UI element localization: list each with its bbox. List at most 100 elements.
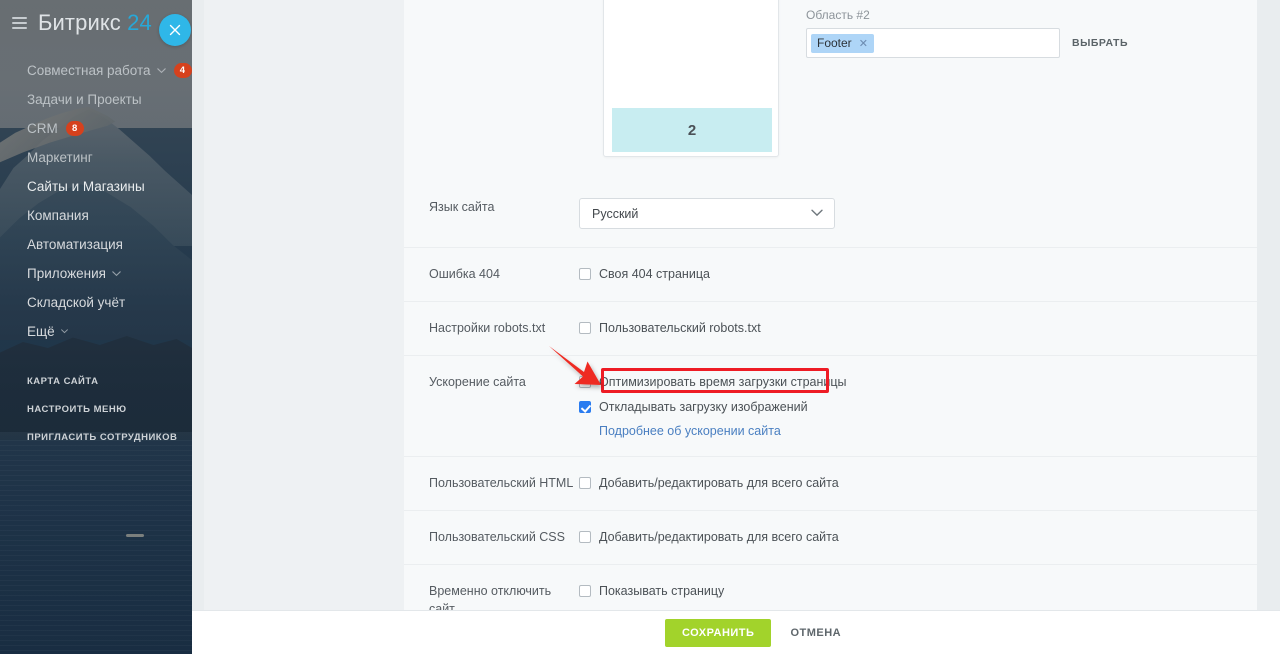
sidebar-item-warehouse[interactable]: Складской учёт	[0, 288, 192, 317]
row-control: Оптимизировать время загрузки страницы О…	[579, 373, 1257, 438]
sidebar-item-label: Маркетинг	[27, 150, 93, 165]
row-control: Пользовательский robots.txt	[579, 319, 1257, 337]
sidebar-link-label: ПРИГЛАСИТЬ СОТРУДНИКОВ	[27, 431, 178, 443]
brand-logo-number: 24	[127, 10, 152, 35]
sidebar-menu: Совместная работа 4 Задачи и Проекты CRM…	[0, 56, 192, 346]
checkbox-label: Оптимизировать время загрузки страницы	[599, 375, 847, 389]
sidebar-item-sites-shops[interactable]: Сайты и Магазины	[0, 172, 192, 201]
checkbox-box[interactable]	[579, 322, 591, 334]
site-language-value: Русский	[592, 206, 639, 221]
row-control: Своя 404 страница	[579, 265, 1257, 283]
save-button[interactable]: СОХРАНИТЬ	[665, 618, 772, 647]
area-field-group: Область #2 Footer ✕ ВЫБРАТЬ	[806, 8, 1226, 58]
row-label: Ошибка 404	[429, 267, 500, 281]
checkbox-box[interactable]	[579, 477, 591, 489]
site-language-select[interactable]: Русский	[579, 198, 835, 229]
checkbox-label: Пользовательский robots.txt	[599, 321, 761, 335]
checkbox-box[interactable]	[579, 401, 591, 413]
sidebar-secondary-links: КАРТА САЙТА НАСТРОИТЬ МЕНЮ ПРИГЛАСИТЬ СО…	[0, 367, 192, 451]
row-label: Язык сайта	[429, 200, 495, 214]
form-action-bar: СОХРАНИТЬ ОТМЕНА	[192, 610, 1280, 654]
sidebar-item-more[interactable]: Ещё	[0, 317, 192, 346]
sidebar-item-label: Складской учёт	[27, 295, 126, 310]
area-tag-label: Footer	[817, 36, 852, 50]
sidebar-item-tasks-projects[interactable]: Задачи и Проекты	[0, 85, 192, 114]
sidebar-item-applications[interactable]: Приложения	[0, 259, 192, 288]
hamburger-menu-icon[interactable]	[12, 17, 27, 29]
checkbox-label: Добавить/редактировать для всего сайта	[599, 476, 839, 490]
sidebar-item-company[interactable]: Компания	[0, 201, 192, 230]
row-label: Ускорение сайта	[429, 375, 526, 389]
row-label: Настройки robots.txt	[429, 321, 546, 335]
checkbox-box[interactable]	[579, 376, 591, 388]
sidebar-item-label: Ещё	[27, 324, 55, 339]
sidebar-item-marketing[interactable]: Маркетинг	[0, 143, 192, 172]
sidebar-badge: 8	[65, 121, 84, 136]
remove-tag-icon[interactable]: ✕	[859, 37, 868, 50]
checkbox-show-page[interactable]: Показывать страницу	[579, 582, 1257, 600]
form-row-error-404: Ошибка 404 Своя 404 страница	[404, 247, 1257, 301]
sidebar-content: Битрикс 24 Совместная работа 4 Задачи и …	[0, 0, 192, 654]
area-tag-input[interactable]: Footer ✕	[806, 28, 1060, 58]
checkbox-custom-css[interactable]: Добавить/редактировать для всего сайта	[579, 528, 1257, 546]
row-control: Добавить/редактировать для всего сайта	[579, 474, 1257, 492]
checkbox-label: Добавить/редактировать для всего сайта	[599, 530, 839, 544]
row-control: Добавить/редактировать для всего сайта	[579, 528, 1257, 546]
row-label: Пользовательский HTML	[429, 476, 574, 490]
settings-left-gutter	[204, 0, 404, 610]
checkbox-custom-html[interactable]: Добавить/редактировать для всего сайта	[579, 474, 1257, 492]
form-row-custom-html: Пользовательский HTML Добавить/редактиро…	[404, 456, 1257, 510]
right-gutter	[1257, 0, 1280, 610]
checkbox-custom-robots[interactable]: Пользовательский robots.txt	[579, 319, 1257, 337]
sidebar-item-crm[interactable]: CRM 8	[0, 114, 192, 143]
close-button[interactable]	[159, 14, 191, 46]
checkbox-box[interactable]	[579, 531, 591, 543]
sidebar-item-collaboration[interactable]: Совместная работа 4	[0, 56, 192, 85]
sidebar-link-label: НАСТРОИТЬ МЕНЮ	[27, 403, 127, 415]
sidebar-item-label: Сайты и Магазины	[27, 179, 145, 194]
checkbox-box[interactable]	[579, 268, 591, 280]
sidebar-item-label: Компания	[27, 208, 89, 223]
checkbox-box[interactable]	[579, 585, 591, 597]
chevron-down-icon	[156, 67, 166, 73]
form-row-site-language: Язык сайта Русский	[404, 181, 1257, 247]
area-tag[interactable]: Footer ✕	[811, 33, 874, 53]
sidebar-link-configure-menu[interactable]: НАСТРОИТЬ МЕНЮ	[0, 395, 192, 423]
area-field-row: Footer ✕ ВЫБРАТЬ	[806, 28, 1226, 58]
checkbox-lazy-load-images[interactable]: Откладывать загрузку изображений	[579, 398, 1257, 416]
settings-form: Язык сайта Русский Ошибка 404 Своя 404 с…	[404, 181, 1257, 654]
checkbox-custom-404[interactable]: Своя 404 страница	[579, 265, 1257, 283]
sidebar-badge: 4	[173, 63, 192, 78]
checkbox-label: Показывать страницу	[599, 584, 725, 598]
form-row-custom-css: Пользовательский CSS Добавить/редактиров…	[404, 510, 1257, 564]
brand-logo-text: Битрикс	[38, 10, 121, 35]
chevron-down-icon	[811, 209, 823, 217]
checkbox-label: Откладывать загрузку изображений	[599, 400, 808, 414]
row-control: Русский	[579, 198, 1257, 229]
sidebar-link-invite-employees[interactable]: ПРИГЛАСИТЬ СОТРУДНИКОВ	[0, 423, 192, 451]
layout-preview-thumbnail[interactable]: 2	[603, 0, 779, 157]
chevron-down-icon	[112, 270, 121, 276]
sidebar-item-label: CRM	[27, 121, 58, 136]
close-icon	[169, 24, 181, 36]
sidebar-item-label: Совместная работа	[27, 63, 151, 78]
app-screen: Битрикс 24 Совместная работа 4 Задачи и …	[0, 0, 1280, 654]
sidebar-link-label: КАРТА САЙТА	[27, 375, 99, 387]
form-row-robots-txt: Настройки robots.txt Пользовательский ro…	[404, 301, 1257, 355]
form-row-site-acceleration: Ускорение сайта Оптимизировать время заг…	[404, 355, 1257, 456]
pick-area-button[interactable]: ВЫБРАТЬ	[1072, 37, 1128, 49]
brand-logo[interactable]: Битрикс 24	[38, 10, 152, 36]
checkbox-optimize-load-time[interactable]: Оптимизировать время загрузки страницы	[579, 373, 1257, 391]
sidebar-link-sitemap[interactable]: КАРТА САЙТА	[0, 367, 192, 395]
left-sidebar: Битрикс 24 Совместная работа 4 Задачи и …	[0, 0, 192, 654]
row-label: Пользовательский CSS	[429, 530, 565, 544]
row-control: Показывать страницу	[579, 582, 1257, 600]
acceleration-help-link[interactable]: Подробнее об ускорении сайта	[599, 424, 1257, 438]
preview-block-2: 2	[612, 108, 772, 152]
sidebar-item-automation[interactable]: Автоматизация	[0, 230, 192, 259]
sidebar-item-label: Приложения	[27, 266, 106, 281]
area-field-label: Область #2	[806, 8, 870, 22]
cancel-button[interactable]: ОТМЕНА	[790, 627, 841, 639]
sidebar-item-label: Автоматизация	[27, 237, 123, 252]
sidebar-item-label: Задачи и Проекты	[27, 92, 142, 107]
